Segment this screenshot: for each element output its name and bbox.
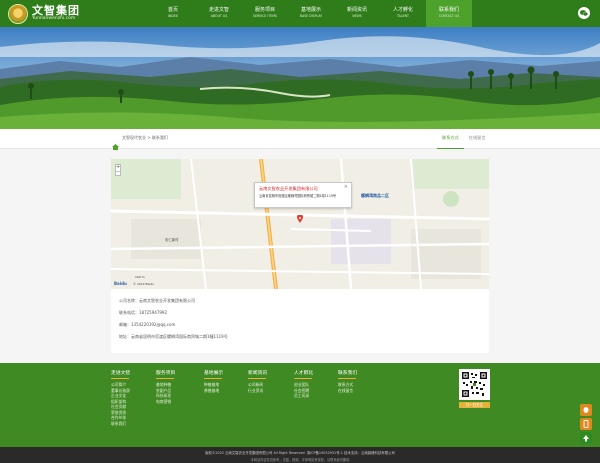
footer-divider (111, 378, 129, 379)
main-nav: 首页 INDEX 走进文智 ABOUT US 服务项目 SERVICE ITEMS 基… (150, 0, 472, 27)
sub-tabs: 联系方式 在线留言 (437, 129, 491, 149)
tab-contact-info[interactable]: 联系方式 (437, 129, 464, 149)
site-footer: 走进文智 公司简介 董事长致辞 企业文化 组织架构 社会贡献 荣誉资质 合作伙伴… (0, 363, 600, 447)
copyright-text: 版权©2022 云南文智农业开发集团有限公司 All Right Reserve… (205, 451, 395, 455)
nav-sublabel: BASE DISPLAY (299, 14, 323, 18)
site-header: 文智集团 Yunnanwenzhi.com 首页 INDEX 走进文智 ABOUT … (0, 0, 600, 27)
nav-sublabel: ABOUT US (210, 14, 228, 18)
nav-sublabel: SERVICE ITEMS (252, 14, 278, 18)
footer-link[interactable]: 员工风采 (294, 393, 313, 399)
nav-item-talent[interactable]: 人才孵化 TALENT (380, 0, 426, 27)
site-logo[interactable]: 文智集团 Yunnanwenzhi.com (8, 3, 108, 25)
footer-link[interactable]: 养殖基地 (204, 388, 223, 394)
footer-column-title[interactable]: 联系我们 (338, 369, 357, 376)
nav-sublabel: NEWS (352, 14, 362, 18)
map-copyright: © 2019 Baidu (133, 282, 155, 286)
footer-link[interactable]: 电商营销 (156, 399, 175, 405)
company-name: 公司名称：云南文智农业开发集团有限公司 (119, 298, 195, 303)
footer-column-service: 服务项目 基地种植 农副产品 科技研发 电商营销 (156, 369, 175, 404)
nav-sublabel: CONTACT US (438, 14, 460, 18)
baidu-map[interactable]: + − 螺蛳湾商品二区 彩仁新村 云南文智农业开发集团有限公司 云南省昆明市官渡区… (111, 159, 489, 289)
nav-item-index[interactable]: 首页 INDEX (150, 0, 196, 27)
nav-item-contact[interactable]: 联系我们 CONTACT US (426, 0, 472, 27)
contact-email: 邮箱：1354220192@qq.com (119, 322, 176, 327)
map-info-window[interactable]: 云南文智农业开发集团有限公司 云南省昆明市官渡区螺蛳湾国际商贸城二期1幢1119… (254, 182, 352, 208)
map-label-district: 螺蛳湾商品二区 (361, 193, 389, 198)
qq-icon[interactable] (580, 404, 592, 416)
contact-phone: 联系电话：18725947992 (119, 310, 167, 315)
footer-column-title[interactable]: 基地展示 (204, 369, 223, 376)
footer-column-contact: 联系我们 联系方式 在线留言 (338, 369, 357, 393)
tab-online-message[interactable]: 在线留言 (464, 129, 491, 149)
wechat-icon[interactable] (578, 7, 590, 19)
map-pin-icon[interactable] (297, 215, 303, 223)
hero-banner-image (0, 27, 600, 129)
map-scale: 100 m (135, 275, 145, 279)
zoom-out-icon[interactable]: − (116, 170, 120, 175)
baidu-logo: Baidu (114, 281, 127, 286)
contact-info: 公司名称：云南文智农业开发集团有限公司 联系电话：18725947992 邮箱：… (119, 298, 228, 346)
copyright-bar: 版权©2022 云南文智农业开发集团有限公司 All Right Reserve… (0, 447, 600, 463)
footer-column-title[interactable]: 走进文智 (111, 369, 130, 376)
home-icon[interactable] (112, 135, 119, 150)
footer-divider (204, 378, 222, 379)
logo-subtitle: Yunnanwenzhi.com (32, 16, 76, 21)
footer-column-title[interactable]: 新闻资讯 (248, 369, 267, 376)
map-zoom-control[interactable]: + − (115, 164, 121, 176)
logo-emblem-icon (8, 4, 28, 24)
footer-link[interactable]: 行业资讯 (248, 388, 267, 394)
footer-link[interactable]: 联系我们 (111, 421, 130, 427)
footer-divider (338, 378, 356, 379)
nav-item-service[interactable]: 服务项目 SERVICE ITEMS (242, 0, 288, 27)
footer-column-talent: 人才孵化 创业团队 社会招聘 员工风采 (294, 369, 313, 399)
close-icon[interactable]: × (344, 184, 348, 190)
footer-divider (248, 378, 266, 379)
footer-divider (156, 378, 174, 379)
footer-column-about: 走进文智 公司简介 董事长致辞 企业文化 组织架构 社会贡献 荣誉资质 合作伙伴… (111, 369, 130, 426)
nav-sublabel: INDEX (168, 14, 178, 18)
footer-column-title[interactable]: 人才孵化 (294, 369, 313, 376)
footer-divider (294, 378, 312, 379)
footer-column-news: 新闻资讯 公司新闻 行业资讯 (248, 369, 267, 393)
disclaimer-text: 本网站内容仅供参考，文图、视频、字体等如有侵权，请联系我们删除 (250, 458, 350, 462)
back-to-top-icon[interactable] (580, 432, 592, 444)
popup-company-name: 云南文智农业开发集团有限公司 (259, 186, 318, 191)
popup-address: 云南省昆明市官渡区螺蛳湾国际商贸城二期1幢1119号 (259, 194, 337, 198)
nav-item-news[interactable]: 新闻资讯 NEWS (334, 0, 380, 27)
qr-caption: 扫一扫关注 (459, 402, 490, 408)
nav-sublabel: TALENT (396, 14, 409, 18)
breadcrumb[interactable]: 文智现代农业 > 联系我们 (122, 135, 168, 141)
contact-address: 地址：云南省昆明市官渡区螺蛳湾国际商贸城二期1幢1119号 (119, 334, 228, 339)
breadcrumb-bar: 文智现代农业 > 联系我们 联系方式 在线留言 (0, 129, 600, 150)
qr-code-image (459, 369, 490, 400)
footer-column-title[interactable]: 服务项目 (156, 369, 175, 376)
footer-column-base: 基地展示 种植基地 养殖基地 (204, 369, 223, 393)
footer-link[interactable]: 在线留言 (338, 388, 357, 394)
map-label-town: 彩仁新村 (165, 238, 179, 242)
nav-item-base[interactable]: 基地展示 BASE DISPLAY (288, 0, 334, 27)
nav-item-about[interactable]: 走进文智 ABOUT US (196, 0, 242, 27)
phone-icon[interactable] (580, 418, 592, 430)
contact-panel: + − 螺蛳湾商品二区 彩仁新村 云南文智农业开发集团有限公司 云南省昆明市官渡区… (111, 159, 489, 353)
